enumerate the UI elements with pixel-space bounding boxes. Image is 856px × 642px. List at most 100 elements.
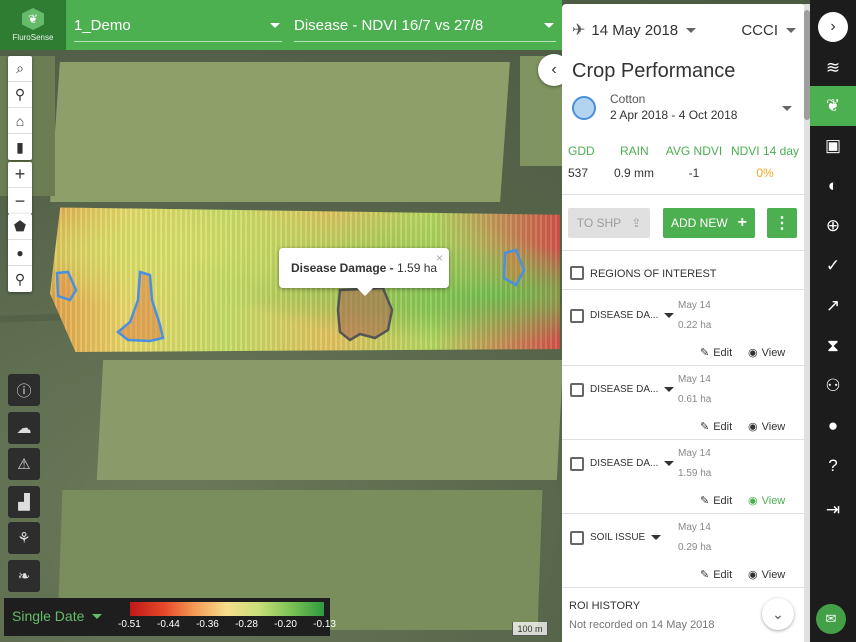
date-row: ✈ 14 May 2018 CCCI [572,20,796,40]
close-icon[interactable]: × [436,251,443,265]
contrast-icon[interactable]: ◐ [810,166,856,206]
pin-icon[interactable]: ⚲ [8,82,32,108]
view-button[interactable]: ◉ View [748,420,786,434]
view-label: View [761,346,786,359]
more-vert-icon: ⋮ [774,215,790,232]
leaf-icon: ❦ [22,8,44,30]
legend-tick: -0.20 [274,619,297,630]
layer-select-value: Disease - NDVI 16/7 vs 27/8 [294,16,484,34]
roi-list-item[interactable]: DISEASE DA... May 14 0.61 ha ✎ Edit ◉ View [562,366,806,440]
panel-title: Crop Performance [572,60,736,82]
layer-select[interactable]: Disease - NDVI 16/7 vs 27/8 [294,0,556,50]
stat-value: 537 [568,166,589,180]
zoom-out-icon[interactable]: − [8,188,32,214]
layers-icon[interactable]: ≋ [810,48,856,88]
roi-date: May 14 [678,374,711,385]
stat-value: -1 [688,166,700,180]
chart-icon[interactable]: ▟ [8,486,40,518]
roi-name-select[interactable]: DISEASE DA... [590,458,675,469]
more-options-button[interactable]: ⋮ [767,208,797,238]
edit-label: Edit [713,494,733,507]
roi-list-item[interactable]: DISEASE DA... May 14 0.22 ha ✎ Edit ◉ View [562,292,806,366]
info-icon[interactable]: ⓘ [8,374,40,406]
add-new-button[interactable]: ADD NEW + [663,208,755,238]
polygon-icon[interactable]: ⬟ [8,214,32,240]
popup-value: 1.59 ha [397,261,438,275]
map-scale: 100 m [512,622,548,636]
scroll-down-button[interactable]: ⌄ [762,598,794,630]
legend-tick: -0.51 [118,619,141,630]
edit-button[interactable]: ✎ Edit [700,568,732,582]
warning-icon[interactable]: ⚠ [8,448,40,480]
farm-select[interactable]: 1_Demo [74,0,282,50]
stat-label: AVG NDVI [665,144,723,158]
date-value: 14 May 2018 [591,21,679,39]
roi-checkbox[interactable] [570,457,584,471]
edit-icon: ✎ [700,421,710,433]
roi-checkbox[interactable] [570,309,584,323]
select-underline [74,41,282,42]
date-select[interactable]: 14 May 2018 [591,21,697,39]
roi-name-select[interactable]: DISEASE DA... [590,384,675,395]
select-all-checkbox[interactable] [570,266,584,280]
eye-icon: ◉ [748,569,758,581]
stat-ndvi-14: NDVI 14 day 0% [728,144,802,180]
legend-mode-value: Single Date [12,608,85,624]
check-circle-icon[interactable]: ✓ [810,246,856,286]
edit-button[interactable]: ✎ Edit [700,346,732,360]
search-icon[interactable]: ⌕ [8,56,32,82]
trend-icon[interactable]: ↗ [810,286,856,326]
roi-name-select[interactable]: SOIL ISSUE [590,532,662,543]
roi-list-item[interactable]: DISEASE DA... May 14 1.59 ha ✎ Edit ◉ View [562,440,806,514]
account-icon[interactable]: ● [810,406,856,446]
roi-name-select[interactable]: DISEASE DA... [590,310,675,321]
roi-date: May 14 [678,448,711,459]
roi-checkbox[interactable] [570,383,584,397]
crop-performance-icon[interactable]: ❦ [810,86,856,126]
index-select[interactable]: CCCI [741,22,796,39]
gallery-icon[interactable]: ▣ [810,126,856,166]
season-dates: 2 Apr 2018 - 4 Oct 2018 [610,108,738,122]
chat-icon: ✉ [825,611,837,626]
help-icon[interactable]: ? [810,446,856,486]
to-shp-button[interactable]: TO SHP ⇪ [568,208,650,238]
zoom-in-icon[interactable]: + [8,162,32,188]
chevron-down-icon [664,313,675,318]
view-button[interactable]: ◉ View [748,568,785,582]
roi-checkbox[interactable] [570,531,584,545]
legend-mode-select[interactable]: Single Date [12,608,103,624]
legend-tick: -0.28 [235,619,258,630]
crop-icon[interactable]: ⚘ [8,522,40,554]
chat-button[interactable]: ✉ [816,604,846,634]
home-icon[interactable]: ⌂ [8,108,32,134]
cotton-icon [572,96,596,120]
roi-area: 1.59 ha [678,468,712,479]
view-button-active[interactable]: ◉ View [748,494,785,508]
view-label: View [761,420,786,433]
hourglass-icon[interactable]: ⧗ [810,326,856,366]
edit-button[interactable]: ✎ Edit [700,494,733,508]
roi-area: 0.22 ha [678,320,712,331]
weather-icon[interactable]: ☁ [8,412,40,444]
quadrant-icon[interactable]: ⊕ [810,206,856,246]
add-new-label: ADD NEW [670,216,728,230]
circle-icon[interactable]: ● [8,240,32,266]
view-button[interactable]: ◉ View [748,346,786,360]
edit-button[interactable]: ✎ Edit [700,420,732,434]
roi-list-item[interactable]: SOIL ISSUE May 14 0.29 ha ✎ Edit ◉ View [562,514,806,588]
ruler-icon[interactable]: ▮ [8,134,32,160]
roi-name: DISEASE DA... [590,310,659,321]
expand-sidebar-button[interactable]: › [818,12,848,42]
legend-color-ramp [130,602,324,616]
team-icon[interactable]: ⚇ [810,366,856,406]
logout-icon[interactable]: ⇥ [810,490,856,530]
roi-date: May 14 [678,300,711,311]
stats-row: GDD 537 RAIN 0.9 mm AVG NDVI -1 NDVI 14 … [568,144,804,184]
roi-popup: Disease Damage - 1.59 ha × [279,248,449,296]
crop-season-select[interactable]: Cotton 2 Apr 2018 - 4 Oct 2018 [572,92,796,126]
marker-icon[interactable]: ⚲ [8,266,32,292]
map-toolbar-zoom: + − [8,162,32,214]
leaf-icon[interactable]: ❧ [8,560,40,592]
flurosense-logo[interactable]: ❦ FluroSense [0,0,66,50]
logo-text: FluroSense [12,33,54,42]
